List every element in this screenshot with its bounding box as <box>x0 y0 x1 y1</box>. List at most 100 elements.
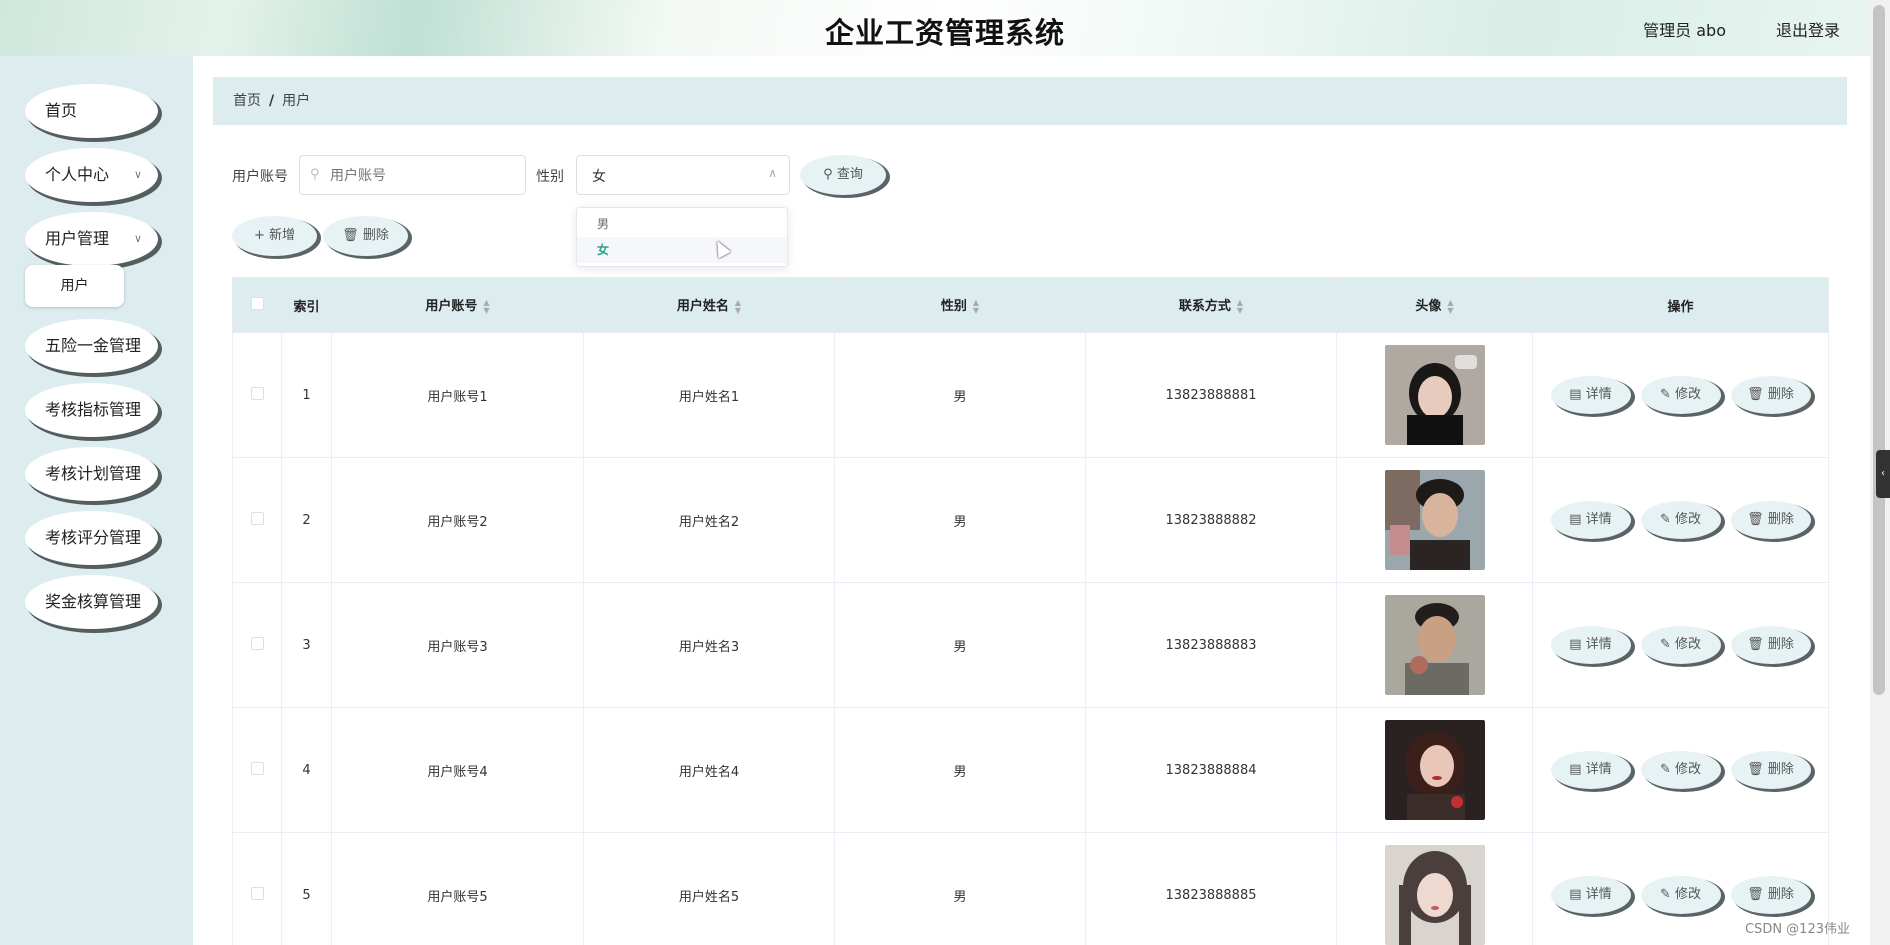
cell-name: 用户姓名5 <box>583 832 835 945</box>
document-icon: ▤ <box>1569 637 1582 652</box>
row-checkbox[interactable] <box>250 511 264 525</box>
row-checkbox[interactable] <box>250 761 264 775</box>
sidebar: 首页 个人中心 ∨ 用户管理 ∨ 用户 五险一金管理 考核指标管理 考核计划管理 考… <box>0 56 193 945</box>
add-button[interactable]: + 新增 <box>232 216 317 256</box>
edit-button[interactable]: ✎ 修改 <box>1640 501 1721 539</box>
account-search-input[interactable]: ⚲ <box>299 155 526 195</box>
document-icon: ▤ <box>1569 387 1582 402</box>
logout-link[interactable]: 退出登录 <box>1776 17 1840 41</box>
sort-icon[interactable]: ▲ ▼ <box>483 298 489 315</box>
row-checkbox[interactable] <box>250 636 264 650</box>
pencil-icon: ✎ <box>1659 887 1671 902</box>
delete-button[interactable]: 🗑︎ 删除 <box>1730 501 1811 539</box>
chevron-down-icon: ∨ <box>133 168 142 181</box>
edit-button[interactable]: ✎ 修改 <box>1640 626 1721 664</box>
cell-index: 3 <box>281 582 332 708</box>
gender-select[interactable]: 女 ∧ <box>576 155 790 195</box>
sort-icon[interactable]: ▲ ▼ <box>973 298 979 315</box>
sidebar-item-label: 考核指标管理 <box>45 400 142 419</box>
cell-index: 1 <box>281 332 332 458</box>
row-checkbox[interactable] <box>250 886 264 900</box>
cell-phone: 13823888883 <box>1085 582 1337 708</box>
pencil-icon: ✎ <box>1659 637 1671 652</box>
cell-phone: 13823888881 <box>1085 332 1337 458</box>
sidebar-item-score[interactable]: 考核评分管理 <box>25 511 158 565</box>
sidebar-item-personal-center[interactable]: 个人中心 ∨ <box>25 148 158 202</box>
sidebar-item-kpi[interactable]: 考核指标管理 <box>25 383 158 437</box>
sort-icon[interactable]: ▲ ▼ <box>735 298 741 315</box>
delete-button-label: 删除 <box>362 228 389 243</box>
row-checkbox[interactable] <box>250 386 264 400</box>
avatar[interactable] <box>1384 595 1485 695</box>
sidebar-subitem-user[interactable]: 用户 <box>25 265 124 307</box>
table-header-row: 索引 用户账号 ▲ ▼ 用户姓名 ▲ ▼ 性别 ▲ ▼ 联系方式 ▲ ▼ 头像 ▲ ▼ 操作 <box>232 277 1829 333</box>
delete-button[interactable]: 🗑︎ 删除 <box>1730 626 1811 664</box>
sidebar-item-label: 五险一金管理 <box>45 336 142 355</box>
trash-icon: 🗑︎ <box>1747 762 1764 777</box>
delete-button[interactable]: 🗑︎ 删除 <box>1730 751 1811 789</box>
sidebar-item-plan[interactable]: 考核计划管理 <box>25 447 158 501</box>
document-icon: ▤ <box>1569 512 1582 527</box>
gender-option-male[interactable]: 男 <box>577 211 787 237</box>
gender-option-female[interactable]: 女 <box>577 237 787 263</box>
cell-gender: 男 <box>834 582 1086 708</box>
table-row: 3 用户账号3 用户姓名3 男 13823888883 ▤ 详情 ✎ 修改 🗑︎ 删… <box>232 582 1829 708</box>
detail-button[interactable]: ▤ 详情 <box>1550 876 1631 914</box>
detail-button[interactable]: ▤ 详情 <box>1550 751 1631 789</box>
watermark: CSDN @123伟业 <box>1744 922 1850 937</box>
cell-name: 用户姓名4 <box>583 707 835 833</box>
cell-phone: 13823888882 <box>1085 457 1337 583</box>
column-header-phone[interactable]: 联系方式 ▲ ▼ <box>1085 277 1337 333</box>
avatar[interactable] <box>1384 720 1485 820</box>
sidebar-item-user-management[interactable]: 用户管理 ∨ <box>25 212 158 266</box>
cell-name: 用户姓名3 <box>583 582 835 708</box>
batch-delete-button[interactable]: 🗑︎ 删除 <box>323 216 408 256</box>
cell-account: 用户账号3 <box>331 582 584 708</box>
column-header-actions: 操作 <box>1532 277 1829 333</box>
breadcrumb-home[interactable]: 首页 <box>233 93 261 109</box>
detail-button[interactable]: ▤ 详情 <box>1550 376 1631 414</box>
avatar[interactable] <box>1384 845 1485 945</box>
cell-index: 2 <box>281 457 332 583</box>
delete-button[interactable]: 🗑︎ 删除 <box>1730 376 1811 414</box>
sort-icon[interactable]: ▲ ▼ <box>1447 298 1453 315</box>
edit-button[interactable]: ✎ 修改 <box>1640 751 1721 789</box>
account-search-field[interactable] <box>330 164 510 188</box>
scrollbar-thumb[interactable] <box>1873 5 1885 695</box>
cell-account: 用户账号5 <box>331 832 584 945</box>
search-icon: ⚲ <box>310 167 320 182</box>
sidebar-item-home[interactable]: 首页 <box>25 84 158 138</box>
select-all-cell <box>232 277 282 333</box>
cell-phone: 13823888885 <box>1085 832 1337 945</box>
sidebar-item-label: 用户管理 <box>45 229 110 248</box>
query-button[interactable]: ⚲ 查询 <box>800 155 886 195</box>
sidebar-item-insurance[interactable]: 五险一金管理 <box>25 319 158 373</box>
edit-button[interactable]: ✎ 修改 <box>1640 876 1721 914</box>
trash-icon: 🗑︎ <box>342 228 359 243</box>
detail-button[interactable]: ▤ 详情 <box>1550 626 1631 664</box>
edit-button[interactable]: ✎ 修改 <box>1640 376 1721 414</box>
pencil-icon: ✎ <box>1659 387 1671 402</box>
column-header-name[interactable]: 用户姓名 ▲ ▼ <box>583 277 835 333</box>
select-all-checkbox[interactable] <box>250 296 264 310</box>
column-header-gender[interactable]: 性别 ▲ ▼ <box>834 277 1086 333</box>
sidebar-item-bonus[interactable]: 奖金核算管理 <box>25 575 158 629</box>
trash-icon: 🗑︎ <box>1747 887 1764 902</box>
sidebar-item-label: 考核评分管理 <box>45 528 142 547</box>
collapse-handle-icon[interactable]: ‹ <box>1876 450 1890 498</box>
detail-button[interactable]: ▤ 详情 <box>1550 501 1631 539</box>
gender-dropdown: 男 女 <box>576 207 788 267</box>
account-label: 用户账号 <box>232 169 288 185</box>
trash-icon: 🗑︎ <box>1747 512 1764 527</box>
column-header-account[interactable]: 用户账号 ▲ ▼ <box>331 277 584 333</box>
delete-button[interactable]: 🗑︎ 删除 <box>1730 876 1811 914</box>
trash-icon: 🗑︎ <box>1747 637 1764 652</box>
chevron-up-icon: ∧ <box>768 166 777 180</box>
document-icon: ▤ <box>1569 762 1582 777</box>
avatar[interactable] <box>1384 345 1485 445</box>
avatar[interactable] <box>1384 470 1485 570</box>
sort-icon[interactable]: ▲ ▼ <box>1237 298 1243 315</box>
pencil-icon: ✎ <box>1659 762 1671 777</box>
sidebar-item-label: 首页 <box>45 101 78 120</box>
column-header-avatar[interactable]: 头像 ▲ ▼ <box>1336 277 1533 333</box>
